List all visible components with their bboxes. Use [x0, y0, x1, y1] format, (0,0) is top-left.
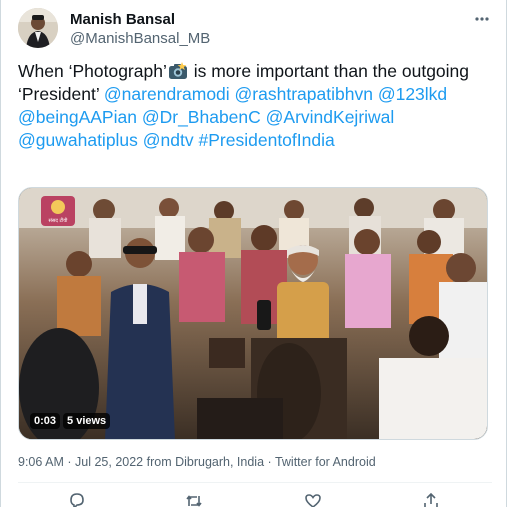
- tweet-text: When ‘Photograph’ is more important than…: [18, 60, 492, 152]
- hashtag-link[interactable]: #PresidentofIndia: [199, 130, 335, 150]
- like-icon[interactable]: [303, 491, 325, 507]
- camera-flash-emoji-icon: [168, 62, 188, 80]
- tweet-meta: 9:06 AM · Jul 25, 2022 from Dibrugarh, I…: [18, 454, 376, 470]
- mention-link[interactable]: @123lkd: [378, 84, 447, 104]
- channel-logo-text: संसद टीवी: [49, 217, 69, 224]
- user-handle[interactable]: @ManishBansal_MB: [70, 29, 210, 48]
- video-views-badge: 5 views: [63, 413, 111, 429]
- tweet-card: Manish Bansal @ManishBansal_MB When ‘Pho…: [0, 0, 507, 507]
- mention-link[interactable]: @ArvindKejriwal: [266, 107, 395, 127]
- meta-separator: ·: [67, 455, 72, 469]
- tweet-header: Manish Bansal @ManishBansal_MB: [18, 8, 492, 48]
- tweet-date[interactable]: Jul 25, 2022: [75, 455, 143, 469]
- channel-logo: संसद टीवी: [41, 196, 75, 226]
- mention-link[interactable]: @guwahatiplus: [18, 130, 138, 150]
- tweet-time[interactable]: 9:06 AM: [18, 455, 64, 469]
- video-player[interactable]: संसद टीवी 0:03 5 views: [18, 187, 488, 440]
- tweet-location: from Dibrugarh, India: [146, 455, 265, 469]
- retweet-icon[interactable]: [184, 491, 206, 507]
- mention-link[interactable]: @narendramodi: [104, 84, 230, 104]
- tweet-client[interactable]: Twitter for Android: [275, 455, 376, 469]
- divider: [18, 482, 492, 483]
- video-duration-badge: 0:03: [30, 413, 61, 429]
- mention-link[interactable]: @Dr_BhabenC: [142, 107, 261, 127]
- video-frame: [19, 188, 487, 439]
- tweet-actions: [18, 491, 492, 507]
- meta-separator: ·: [267, 455, 272, 469]
- more-options-icon[interactable]: [472, 10, 492, 30]
- mention-link[interactable]: @rashtrapatibhvn: [235, 84, 373, 104]
- mention-link[interactable]: @ndtv: [143, 130, 194, 150]
- reply-icon[interactable]: [67, 491, 89, 507]
- tweet-text-part: When ‘Photograph’: [18, 61, 167, 81]
- author-names: Manish Bansal @ManishBansal_MB: [70, 11, 210, 48]
- display-name[interactable]: Manish Bansal: [70, 11, 210, 29]
- video-badges: 0:03 5 views: [30, 413, 111, 429]
- avatar[interactable]: [18, 8, 58, 48]
- mention-link[interactable]: @beingAAPian: [18, 107, 137, 127]
- share-icon[interactable]: [421, 491, 443, 507]
